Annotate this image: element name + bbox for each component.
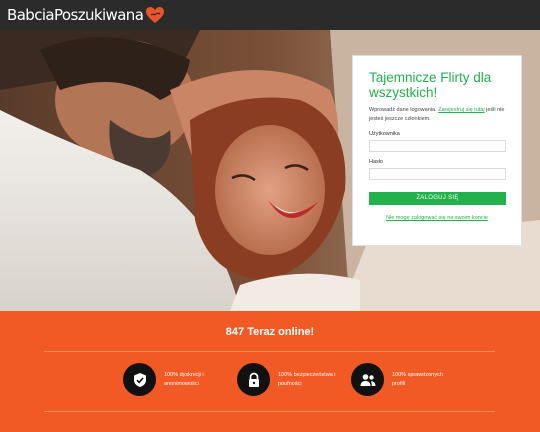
divider-bottom	[44, 411, 495, 412]
username-field[interactable]	[369, 140, 506, 152]
online-count: 847 Teraz online!	[225, 326, 315, 338]
feature-security: 100% bezpieczeństwa i poufności	[237, 363, 338, 396]
users-icon	[351, 363, 384, 396]
login-button[interactable]: ZALOGUJ SIĘ	[369, 192, 506, 205]
heart-icon	[146, 7, 165, 23]
login-info: Wprowadź dane logowania. Zarejestruj się…	[369, 106, 505, 124]
password-label: Hasło	[369, 159, 384, 165]
feature-security-text: 100% bezpieczeństwa i poufności	[278, 371, 336, 387]
logo-text: BabciaPoszukiwana	[7, 6, 144, 24]
login-panel: Tajemnicze Flirty dla wszystkich! Wprowa…	[352, 55, 522, 246]
logo[interactable]: BabciaPoszukiwana	[7, 6, 165, 24]
feature-discretion: 100% dyskrecji i anonimowości	[123, 363, 224, 396]
login-info-prefix: Wprowadź dane logowania.	[369, 107, 437, 113]
top-bar: BabciaPoszukiwana	[0, 0, 540, 30]
feature-discretion-text: 100% dyskrecji i anonimowości	[164, 371, 204, 387]
feature-verified: 100% sprawdzonych profili	[351, 363, 452, 396]
login-title: Tajemnicze Flirty dla wszystkich!	[369, 70, 492, 100]
password-field[interactable]	[369, 168, 506, 180]
forgot-account-link[interactable]: Nie mogę zalogować się na swoim koncie	[369, 215, 505, 221]
feature-verified-text: 100% sprawdzonych profili	[392, 371, 443, 387]
register-link[interactable]: Zarejestruj się tutaj	[438, 107, 484, 113]
lock-icon	[237, 363, 270, 396]
divider-top	[44, 351, 495, 352]
username-label: Użytkownika	[369, 131, 400, 137]
shield-check-icon	[123, 363, 156, 396]
